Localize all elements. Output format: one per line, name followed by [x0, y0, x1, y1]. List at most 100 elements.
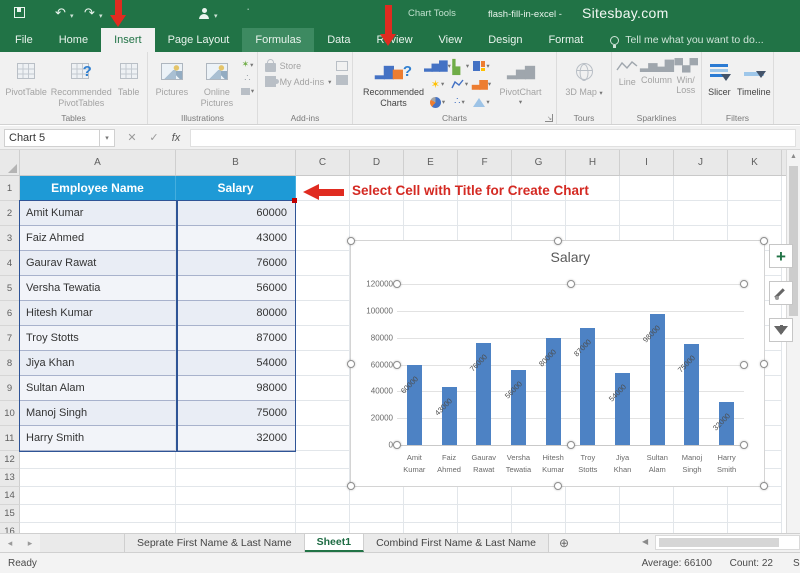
row-header-4[interactable]: 4 [0, 251, 20, 276]
new-sheet-button[interactable]: ⊕ [549, 534, 579, 552]
cell-J1[interactable] [674, 176, 728, 201]
cell-K14[interactable] [728, 487, 782, 505]
cell-B7[interactable]: 87000 [176, 326, 296, 351]
chart-styles-button[interactable] [769, 281, 793, 305]
cell-D2[interactable] [350, 201, 404, 226]
cell-E2[interactable] [404, 201, 458, 226]
chart-title[interactable]: Salary [551, 249, 591, 265]
person-icon[interactable] [199, 8, 209, 18]
cell-F2[interactable] [458, 201, 512, 226]
charts-dialog-launcher-icon[interactable] [545, 114, 553, 122]
scroll-up-icon[interactable]: ▲ [787, 150, 800, 160]
cell-J14[interactable] [674, 487, 728, 505]
row-header-13[interactable]: 13 [0, 469, 20, 487]
column-header-D[interactable]: D [350, 150, 404, 175]
row-header-1[interactable]: 1 [0, 176, 20, 201]
ribbon-tab-file[interactable]: File [2, 28, 46, 52]
cell-B8[interactable]: 54000 [176, 351, 296, 376]
cell-B15[interactable] [176, 505, 296, 523]
cell-E16[interactable] [404, 523, 458, 533]
cell-I16[interactable] [620, 523, 674, 533]
column-header-K[interactable]: K [728, 150, 782, 175]
cell-C12[interactable] [296, 451, 350, 469]
save-icon[interactable] [14, 7, 25, 18]
cell-A14[interactable] [20, 487, 176, 505]
sheet-tab-sheet1[interactable]: Sheet1 [305, 534, 364, 552]
cell-B13[interactable] [176, 469, 296, 487]
cell-C14[interactable] [296, 487, 350, 505]
addin-icon[interactable] [336, 61, 348, 71]
table-button[interactable]: Table [112, 55, 145, 98]
cell-A13[interactable] [20, 469, 176, 487]
recommended-charts-button[interactable]: ▂▇▅? Recommended Charts [363, 55, 425, 109]
tell-me-box[interactable]: Tell me what you want to do... [610, 28, 763, 52]
cell-B16[interactable] [176, 523, 296, 533]
cell-D15[interactable] [350, 505, 404, 523]
my-addins-button[interactable]: My Add-ins▾ [262, 74, 335, 89]
ribbon-tab-insert[interactable]: Insert [101, 28, 155, 52]
3d-map-button[interactable]: 3D Map ▾ [562, 55, 606, 98]
pivotchart-button[interactable]: ▂▅▇ PivotChart ▾ [495, 55, 547, 106]
hierarchy-chart-button[interactable]: ▾ [471, 57, 493, 75]
cell-A1[interactable]: Employee Name [20, 176, 176, 201]
selection-handle[interactable] [554, 237, 562, 245]
line-sparkline-button[interactable]: Line [614, 55, 641, 87]
undo-dropdown-icon[interactable]: ▾ [70, 10, 74, 24]
select-all-corner[interactable] [0, 150, 20, 175]
column-header-C[interactable]: C [296, 150, 350, 175]
row-header-5[interactable]: 5 [0, 276, 20, 301]
cell-G15[interactable] [512, 505, 566, 523]
row-header-6[interactable]: 6 [0, 301, 20, 326]
row-header-12[interactable]: 12 [0, 451, 20, 469]
chart-filters-button[interactable] [769, 318, 793, 342]
redo-dropdown-icon[interactable]: ▾ [99, 10, 103, 24]
cell-B5[interactable]: 56000 [176, 276, 296, 301]
bar-chart-button[interactable]: ▂▅▾ [449, 57, 471, 75]
cell-A12[interactable] [20, 451, 176, 469]
selection-handle[interactable] [760, 482, 768, 490]
cell-J15[interactable] [674, 505, 728, 523]
ribbon-tab-home[interactable]: Home [46, 28, 101, 52]
cell-A10[interactable]: Manoj Singh [20, 401, 176, 426]
row-header-11[interactable]: 11 [0, 426, 20, 451]
formula-input[interactable] [190, 129, 796, 147]
selection-handle[interactable] [760, 360, 768, 368]
row-header-15[interactable]: 15 [0, 505, 20, 523]
cell-B14[interactable] [176, 487, 296, 505]
ribbon-tab-view[interactable]: View [426, 28, 476, 52]
cell-K15[interactable] [728, 505, 782, 523]
sheet-tab-seprate-first-name-last-name[interactable]: Seprate First Name & Last Name [125, 534, 305, 552]
cell-G16[interactable] [512, 523, 566, 533]
cell-C10[interactable] [296, 401, 350, 426]
cell-A4[interactable]: Gaurav Rawat [20, 251, 176, 276]
cell-A16[interactable] [20, 523, 176, 533]
cell-B6[interactable]: 80000 [176, 301, 296, 326]
qat-dropdown-icon[interactable]: ▾ [214, 10, 218, 24]
pivottable-button[interactable]: PivotTable [2, 55, 50, 98]
cell-A11[interactable]: Harry Smith [20, 426, 176, 451]
column-sparkline-button[interactable]: ▂▅▃▇ Column [643, 55, 671, 85]
column-header-A[interactable]: A [20, 150, 176, 175]
online-pictures-button[interactable]: Online Pictures [195, 55, 239, 109]
cell-K1[interactable] [728, 176, 782, 201]
cell-B1[interactable]: Salary [176, 176, 296, 201]
column-header-I[interactable]: I [620, 150, 674, 175]
column-header-J[interactable]: J [674, 150, 728, 175]
cell-A2[interactable]: Amit Kumar [20, 201, 176, 226]
recommended-pivottables-button[interactable]: ? Recommended PivotTables [52, 55, 110, 109]
row-header-7[interactable]: 7 [0, 326, 20, 351]
cell-B2[interactable]: 60000 [176, 201, 296, 226]
cell-H15[interactable] [566, 505, 620, 523]
smartart-button[interactable]: ∴ [241, 73, 254, 84]
row-header-14[interactable]: 14 [0, 487, 20, 505]
cell-B11[interactable]: 32000 [176, 426, 296, 451]
cell-H2[interactable] [566, 201, 620, 226]
name-box[interactable]: Chart 5 [4, 129, 100, 147]
combo-chart-button[interactable]: ▃▆▾ [471, 75, 493, 93]
cell-B3[interactable]: 43000 [176, 226, 296, 251]
selection-handle[interactable] [347, 482, 355, 490]
scroll-left-icon[interactable]: ◀ [642, 537, 648, 546]
cell-A15[interactable] [20, 505, 176, 523]
cell-C4[interactable] [296, 251, 350, 276]
horizontal-scrollbar-thumb[interactable] [659, 538, 779, 547]
